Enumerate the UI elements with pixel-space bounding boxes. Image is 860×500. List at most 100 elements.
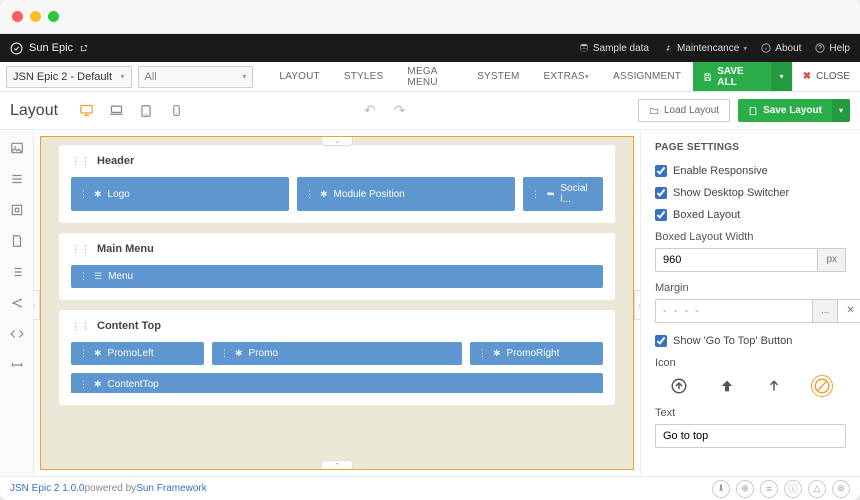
load-layout-button[interactable]: Load Layout xyxy=(638,99,730,122)
icon-opt-up-thin[interactable] xyxy=(763,375,785,397)
tab-styles[interactable]: STYLES xyxy=(332,62,396,91)
joomla-icon: ✱ xyxy=(320,189,328,200)
tool-menu[interactable] xyxy=(9,171,24,186)
maintenance-menu[interactable]: Maintencance ▾ xyxy=(663,43,747,54)
load-icon xyxy=(649,106,659,116)
main-tabs: LAYOUT STYLES MEGA MENU SYSTEM EXTRAS ▾ … xyxy=(267,62,693,91)
redo-button[interactable]: ↷ xyxy=(394,102,406,119)
module-position[interactable]: ⋮✱Module Position xyxy=(297,177,515,211)
margin-input[interactable] xyxy=(655,299,813,323)
gototop-text-input[interactable] xyxy=(655,424,846,448)
drag-handle-icon[interactable]: ⋮⋮ xyxy=(71,156,91,167)
footer-icon-3[interactable]: ≡ xyxy=(760,480,778,498)
about-link[interactable]: About xyxy=(761,43,801,54)
brand-icon xyxy=(10,42,23,55)
module-contenttop[interactable]: ⋮✱ContentTop xyxy=(71,373,603,393)
tab-megamenu[interactable]: MEGA MENU xyxy=(395,62,465,91)
app-topbar: Sun Epic Sample data Maintencance ▾ Abou… xyxy=(0,34,860,62)
device-laptop[interactable] xyxy=(108,103,124,119)
boxed-width-input[interactable] xyxy=(655,248,818,272)
tab-assignment[interactable]: ASSIGNMENT xyxy=(601,62,693,91)
footer-icon-5[interactable]: △ xyxy=(808,480,826,498)
gototop-checkbox[interactable]: Show 'Go To Top' Button xyxy=(655,335,846,347)
footer-icon-4[interactable]: ⓘ xyxy=(784,480,802,498)
layout-canvas[interactable]: ⌄ ⋮⋮Header ⋮✱Logo ⋮✱Module Position ⋮⮪So… xyxy=(40,136,634,470)
enable-responsive-checkbox[interactable]: Enable Responsive xyxy=(655,165,846,177)
tab-layout[interactable]: LAYOUT xyxy=(267,62,331,91)
margin-clear[interactable]: ✕ xyxy=(838,299,860,323)
device-tablet[interactable] xyxy=(138,103,154,119)
icon-opt-circle-up[interactable] xyxy=(668,375,690,397)
module-social[interactable]: ⋮⮪Social l... xyxy=(523,177,603,211)
brand[interactable]: Sun Epic xyxy=(10,42,88,55)
code-icon xyxy=(10,327,24,341)
minimize-window-icon[interactable] xyxy=(30,11,41,22)
add-row-top[interactable]: ⌄ xyxy=(321,136,353,146)
module-promo[interactable]: ⋮✱Promo xyxy=(212,342,462,365)
close-window-icon[interactable] xyxy=(12,11,23,22)
unit-px[interactable]: px xyxy=(818,248,846,272)
chevron-down-icon: ▾ xyxy=(839,106,843,115)
database-icon xyxy=(579,43,589,53)
joomla-icon: ✱ xyxy=(94,348,102,359)
canvas-next[interactable]: › xyxy=(634,290,640,320)
share-icon: ⮪ xyxy=(546,189,554,200)
sample-data-link[interactable]: Sample data xyxy=(579,43,649,54)
tool-page[interactable] xyxy=(9,233,24,248)
tool-list[interactable] xyxy=(9,264,24,279)
text-label: Text xyxy=(655,407,846,419)
section-header[interactable]: ⋮⋮Header ⋮✱Logo ⋮✱Module Position ⋮⮪Soci… xyxy=(59,145,615,223)
menu-icon: ☰ xyxy=(94,271,102,282)
share-icon xyxy=(10,296,24,310)
zoom-window-icon[interactable] xyxy=(48,11,59,22)
tab-system[interactable]: SYSTEM xyxy=(465,62,531,91)
laptop-icon xyxy=(109,103,124,118)
device-phone[interactable] xyxy=(168,103,184,119)
footer-icon-1[interactable]: ⬇ xyxy=(712,480,730,498)
module-logo[interactable]: ⋮✱Logo xyxy=(71,177,289,211)
module-promoright[interactable]: ⋮✱PromoRight xyxy=(470,342,603,365)
icon-opt-up-bold[interactable] xyxy=(716,375,738,397)
menubar: JSN Epic 2 - Default▾ All▾ LAYOUT STYLES… xyxy=(0,62,860,92)
close-button[interactable]: ✖CLOSE xyxy=(792,62,860,91)
section-content-top[interactable]: ⋮⋮Content Top ⋮✱PromoLeft ⋮✱Promo ⋮✱Prom… xyxy=(59,310,615,405)
tool-divider[interactable] xyxy=(9,357,24,372)
joomla-icon: ✱ xyxy=(94,189,102,200)
chevron-down-icon: ▾ xyxy=(242,72,246,81)
help-link[interactable]: Help xyxy=(815,43,850,54)
product-link[interactable]: JSN Epic 2 1.0.0 xyxy=(10,483,84,494)
panel-title: PAGE SETTINGS xyxy=(655,142,846,153)
tool-module[interactable] xyxy=(9,202,24,217)
margin-expand[interactable]: ... xyxy=(813,299,838,323)
show-switcher-checkbox[interactable]: Show Desktop Switcher xyxy=(655,187,846,199)
footer-icon-6[interactable]: ⊚ xyxy=(832,480,850,498)
margin-label: Margin xyxy=(655,282,846,294)
tool-image[interactable] xyxy=(9,140,24,155)
tool-share[interactable] xyxy=(9,295,24,310)
filter-select[interactable]: All▾ xyxy=(138,66,254,88)
left-tool-rail xyxy=(0,130,34,476)
module-menu[interactable]: ⋮☰Menu xyxy=(71,265,603,288)
boxed-layout-checkbox[interactable]: Boxed Layout xyxy=(655,209,846,221)
framework-link[interactable]: Sun Framework xyxy=(136,483,207,494)
tab-extras[interactable]: EXTRAS ▾ xyxy=(532,62,601,91)
add-row-bottom[interactable]: ⌃ xyxy=(321,460,353,470)
module-promoleft[interactable]: ⋮✱PromoLeft xyxy=(71,342,204,365)
save-layout-button[interactable]: Save Layout xyxy=(738,99,832,122)
page-title: Layout xyxy=(10,102,58,120)
footer-icon-2[interactable]: ⊕ xyxy=(736,480,754,498)
save-layout-dropdown[interactable]: ▾ xyxy=(832,99,850,122)
undo-button[interactable]: ↶ xyxy=(364,102,376,119)
theme-select[interactable]: JSN Epic 2 - Default▾ xyxy=(6,66,132,88)
brand-label: Sun Epic xyxy=(29,42,73,54)
drag-handle-icon[interactable]: ⋮⋮ xyxy=(71,321,91,332)
window-titlebar xyxy=(0,0,860,34)
drag-handle-icon[interactable]: ⋮⋮ xyxy=(71,244,91,255)
save-all-dropdown[interactable]: ▾ xyxy=(771,62,791,91)
device-desktop[interactable] xyxy=(78,103,94,119)
puzzle-icon xyxy=(10,203,24,217)
tool-code[interactable] xyxy=(9,326,24,341)
save-all-button[interactable]: SAVE ALL xyxy=(693,62,771,91)
icon-opt-none[interactable] xyxy=(811,375,833,397)
section-main-menu[interactable]: ⋮⋮Main Menu ⋮☰Menu xyxy=(59,233,615,300)
